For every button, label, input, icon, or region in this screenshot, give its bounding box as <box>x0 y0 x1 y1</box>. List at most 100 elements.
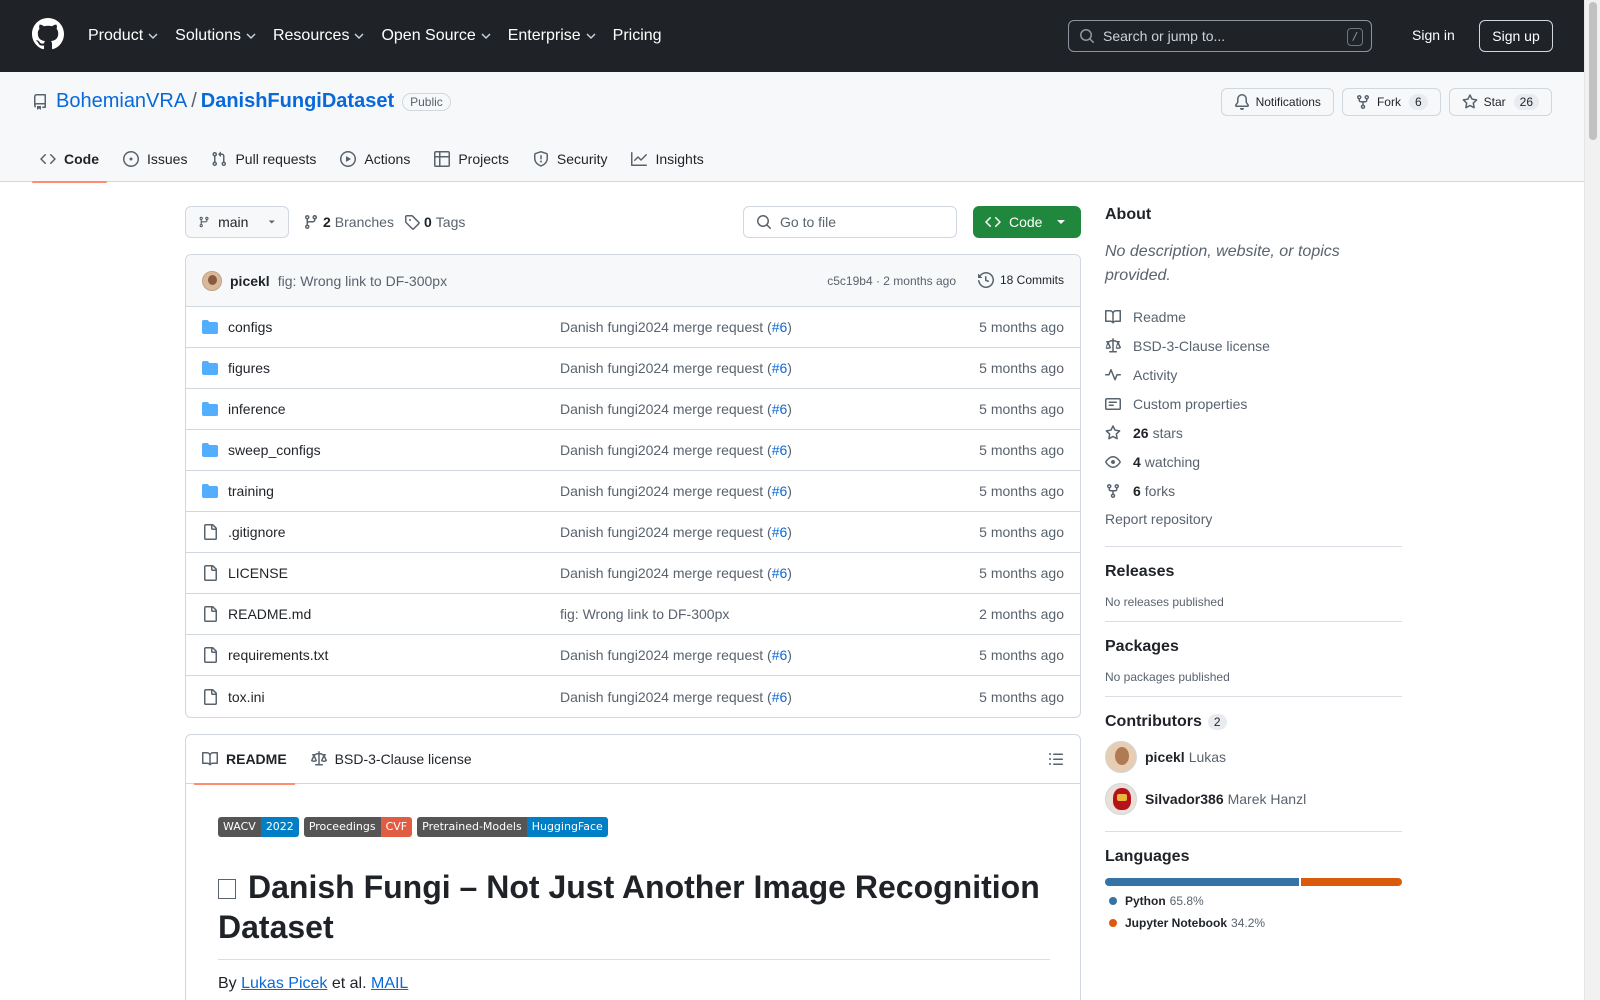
avatar[interactable] <box>202 270 222 291</box>
sign-up-button[interactable]: Sign up <box>1479 20 1553 52</box>
file-commit-message-link[interactable]: Danish fungi2024 merge request (#6) <box>560 689 792 705</box>
tab-label: Projects <box>458 151 509 167</box>
commit-message-link[interactable]: fig: Wrong link to DF-300px <box>278 273 447 289</box>
file-commit-message-link[interactable]: Danish fungi2024 merge request (#6) <box>560 360 792 376</box>
tab-projects[interactable]: Projects <box>426 136 517 182</box>
tab-insights[interactable]: Insights <box>623 136 711 182</box>
readme-badge[interactable]: Proceedings CVF <box>303 817 413 837</box>
packages-text: No packages published <box>1105 670 1230 684</box>
pull-request-link[interactable]: #6 <box>772 647 788 663</box>
file-commit-message-link[interactable]: Danish fungi2024 merge request (#6) <box>560 524 792 540</box>
nav-item-resources[interactable]: Resources <box>273 22 365 50</box>
about-item-stars[interactable]: 26 stars <box>1105 418 1402 447</box>
about-item-custom-properties[interactable]: Custom properties <box>1105 389 1402 418</box>
file-name-link[interactable]: README.md <box>228 606 311 622</box>
report-repository-link[interactable]: Report repository <box>1105 505 1402 534</box>
file-commit-message-link[interactable]: Danish fungi2024 merge request (#6) <box>560 647 792 663</box>
branches-link[interactable]: 2 Branches <box>303 214 394 230</box>
pull-request-link[interactable]: #6 <box>772 689 788 705</box>
file-commit-message-link[interactable]: Danish fungi2024 merge request (#6) <box>560 483 792 499</box>
go-to-file-input[interactable]: Go to file <box>743 206 957 238</box>
nav-item-solutions[interactable]: Solutions <box>175 22 257 50</box>
pull-request-link[interactable]: #6 <box>772 319 788 335</box>
search-icon <box>1080 29 1095 44</box>
packages-heading[interactable]: Packages <box>1105 638 1402 656</box>
outline-button[interactable] <box>1040 743 1072 775</box>
tab-security[interactable]: Security <box>525 136 616 182</box>
about-item-bsd-3-clause-license[interactable]: BSD-3-Clause license <box>1105 331 1402 360</box>
contributors-heading[interactable]: Contributors <box>1105 713 1202 731</box>
pull-request-link[interactable]: #6 <box>772 442 788 458</box>
pull-request-link[interactable]: #6 <box>772 565 788 581</box>
tags-link[interactable]: 0 Tags <box>404 214 465 230</box>
tab-issues[interactable]: Issues <box>115 136 195 182</box>
contributor-item[interactable]: picekl Lukas <box>1105 741 1402 773</box>
readme-badge[interactable]: WACV 2022 <box>218 817 299 837</box>
file-name-link[interactable]: .gitignore <box>228 524 286 540</box>
code-dropdown-button[interactable]: Code <box>973 206 1081 238</box>
file-name-link[interactable]: LICENSE <box>228 565 288 581</box>
file-name-link[interactable]: inference <box>228 401 286 417</box>
file-name-link[interactable]: figures <box>228 360 270 376</box>
nav-item-enterprise[interactable]: Enterprise <box>508 22 597 50</box>
file-name-link[interactable]: sweep_configs <box>228 442 321 458</box>
global-header: Product Solutions Resources Open Source Ente… <box>0 0 1584 72</box>
contributor-item[interactable]: Silvador386 Marek Hanzl <box>1105 783 1402 815</box>
tab-actions[interactable]: Actions <box>332 136 418 182</box>
book-icon <box>1105 309 1121 323</box>
commits-history-link[interactable]: 18 Commits <box>977 272 1064 288</box>
file-commit-message-link[interactable]: Danish fungi2024 merge request (#6) <box>560 565 792 581</box>
file-name-link[interactable]: configs <box>228 319 272 335</box>
readme-heading-text: Danish Fungi – Not Just Another Image Re… <box>218 869 1040 945</box>
pull-request-link[interactable]: #6 <box>772 401 788 417</box>
language-item[interactable]: Python 65.8% <box>1105 894 1402 908</box>
about-item-watching[interactable]: 4 watching <box>1105 447 1402 476</box>
file-name-link[interactable]: requirements.txt <box>228 647 328 663</box>
repo-title: BohemianVRA / DanishFungiDataset Public <box>32 90 451 113</box>
star-button[interactable]: Star 26 <box>1448 88 1552 116</box>
search-input[interactable]: Search or jump to... / <box>1068 20 1372 52</box>
commit-author-link[interactable]: picekl <box>230 273 270 289</box>
avatar[interactable] <box>1105 783 1137 815</box>
file-commit-message-link[interactable]: Danish fungi2024 merge request (#6) <box>560 401 792 417</box>
pull-request-link[interactable]: #6 <box>772 524 788 540</box>
pull-request-link[interactable]: #6 <box>772 360 788 376</box>
tab-readme[interactable]: README <box>194 735 295 785</box>
repo-name-link[interactable]: DanishFungiDataset <box>201 90 394 113</box>
file-commit-message-link[interactable]: fig: Wrong link to DF-300px <box>560 606 729 622</box>
branches-label: Branches <box>334 214 394 230</box>
readme-badge[interactable]: Pretrained-Models HuggingFace <box>417 817 608 837</box>
tab-pull-requests[interactable]: Pull requests <box>203 136 324 182</box>
file-commit-message-link[interactable]: Danish fungi2024 merge request (#6) <box>560 319 792 335</box>
pull-request-link[interactable]: #6 <box>772 483 788 499</box>
mail-link[interactable]: MAIL <box>371 975 408 992</box>
github-logo-icon[interactable] <box>32 18 64 50</box>
file-commit-message-end: ) <box>787 442 792 458</box>
author-link[interactable]: Lukas Picek <box>241 975 327 992</box>
language-item[interactable]: Jupyter Notebook 34.2% <box>1105 916 1402 930</box>
about-item-forks[interactable]: 6 forks <box>1105 476 1402 505</box>
tab-license[interactable]: BSD-3-Clause license <box>303 735 480 784</box>
page-scrollbar[interactable] <box>1584 0 1600 1000</box>
commit-sha-age[interactable]: c5c19b4 · 2 months ago <box>827 274 956 288</box>
file-commit-message-link[interactable]: Danish fungi2024 merge request (#6) <box>560 442 792 458</box>
releases-heading[interactable]: Releases <box>1105 563 1402 581</box>
about-item-activity[interactable]: Activity <box>1105 360 1402 389</box>
tab-code[interactable]: Code <box>32 136 107 183</box>
book-icon <box>202 751 218 766</box>
notifications-button[interactable]: Notifications <box>1220 88 1334 116</box>
repo-owner-link[interactable]: BohemianVRA <box>56 90 187 113</box>
branch-select-button[interactable]: main <box>185 206 289 238</box>
nav-item-open-source[interactable]: Open Source <box>381 22 491 50</box>
about-item-readme[interactable]: Readme <box>1105 302 1402 331</box>
file-name-link[interactable]: training <box>228 483 274 499</box>
scrollbar-thumb[interactable] <box>1589 2 1597 140</box>
sign-in-link[interactable]: Sign in <box>1412 27 1455 43</box>
shield-icon <box>533 151 548 167</box>
nav-item-product[interactable]: Product <box>88 22 159 50</box>
file-name-link[interactable]: tox.ini <box>228 689 265 705</box>
avatar[interactable] <box>1105 741 1137 773</box>
fork-button[interactable]: Fork 6 <box>1341 88 1441 116</box>
badge-value: 2022 <box>260 817 299 837</box>
nav-item-pricing[interactable]: Pricing <box>613 22 662 50</box>
